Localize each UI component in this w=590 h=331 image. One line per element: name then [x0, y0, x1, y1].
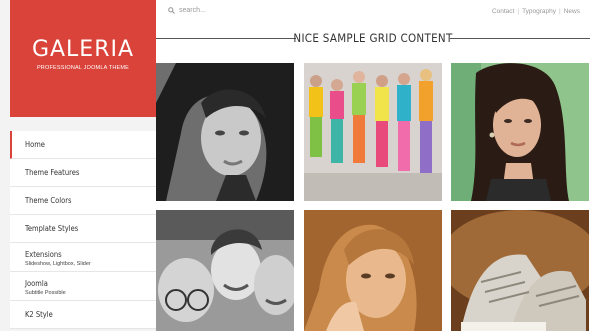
- photo-woman-portrait-bw: [156, 63, 294, 201]
- contact-link[interactable]: Contact: [492, 8, 514, 15]
- top-links: Contact | Typography | News: [492, 8, 580, 15]
- typography-link[interactable]: Typography: [522, 8, 556, 15]
- photo-sneakers: [451, 210, 589, 331]
- photo-girl-thinking: [304, 210, 442, 331]
- menu-item-label: Theme Features: [25, 168, 80, 177]
- photo-fashion-show: [304, 63, 442, 201]
- menu-item-home[interactable]: Home: [10, 131, 156, 159]
- grid-photo-friends-bw[interactable]: [156, 210, 294, 331]
- menu-item-label: Home: [25, 140, 45, 149]
- menu-item-subtitle: Subtitle Possible: [25, 290, 66, 296]
- news-link[interactable]: News: [564, 8, 580, 15]
- divider: |: [559, 8, 561, 15]
- logo[interactable]: GALERIA PROFESSIONAL JOOMLA THEME: [10, 0, 156, 117]
- grid-photo-woman-green[interactable]: [451, 63, 589, 201]
- menu-item-joomla[interactable]: Joomla Subtitle Possible: [10, 272, 156, 301]
- menu-item-extensions[interactable]: Extensions Slideshow, Lightbox, Slider: [10, 243, 156, 272]
- grid-photo-girl-thinking[interactable]: [304, 210, 442, 331]
- grid-photo-sneakers[interactable]: [451, 210, 589, 331]
- divider: |: [517, 8, 520, 15]
- menu-item-label: Joomla: [25, 279, 48, 288]
- menu-item-k2-style[interactable]: K2 Style: [10, 301, 156, 329]
- logo-title: GALERIA: [31, 37, 135, 62]
- section-heading: NICE SAMPLE GRID CONTENT: [156, 28, 590, 48]
- photo-friends-bw: [156, 210, 294, 331]
- menu-item-subtitle: Slideshow, Lightbox, Slider: [25, 261, 91, 267]
- top-bar: search... Contact | Typography | News: [156, 0, 590, 25]
- menu-item-label: Theme Colors: [25, 196, 72, 205]
- menu-item-label: Template Styles: [25, 224, 79, 233]
- menu-item-template-styles[interactable]: Template Styles: [10, 215, 156, 243]
- main-menu: Home Theme Features Theme Colors Templat…: [10, 131, 156, 329]
- grid-photo-woman-portrait-bw[interactable]: [156, 63, 294, 201]
- menu-item-theme-colors[interactable]: Theme Colors: [10, 187, 156, 215]
- section-title: NICE SAMPLE GRID CONTENT: [293, 31, 453, 45]
- menu-item-label: K2 Style: [25, 310, 53, 319]
- logo-subtitle: PROFESSIONAL JOOMLA THEME: [36, 65, 130, 71]
- search-icon: [168, 7, 175, 14]
- menu-item-theme-features[interactable]: Theme Features: [10, 159, 156, 187]
- search-box[interactable]: search...: [168, 7, 206, 14]
- grid-photo-fashion-show[interactable]: [304, 63, 442, 201]
- search-input[interactable]: search...: [179, 7, 206, 14]
- photo-woman-green: [451, 63, 589, 201]
- menu-item-label: Extensions: [25, 250, 62, 259]
